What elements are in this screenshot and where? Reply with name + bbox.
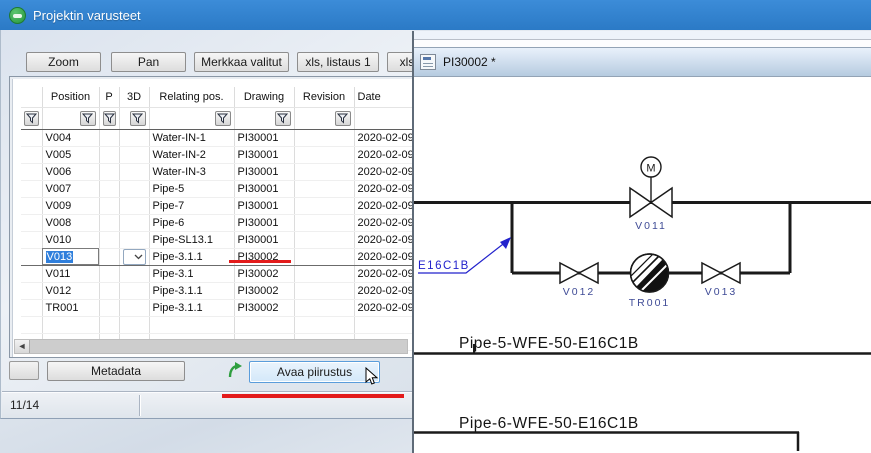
pipe6-label: Pipe-6-WFE-50-E16C1B [459,415,639,432]
motor-letter: M [646,163,655,175]
xls-list1-button[interactable]: xls, listaus 1 [297,52,379,72]
line-ref-label: E16C1B [418,260,470,272]
drawing-doc-icon [420,54,436,70]
table-row-empty [21,316,413,333]
col-position[interactable]: Position [42,87,99,107]
table-row[interactable]: V004Water-IN-1PI300012020-02-09 1 [21,129,413,146]
screen: Projektin varusteet Zoom Pan Merkkaa val… [0,0,871,453]
v013-label: V013 [705,286,738,298]
col-revision[interactable]: Revision [294,87,354,107]
table-row[interactable]: V010Pipe-SL13.1PI300012020-02-09 1 [21,231,413,248]
horizontal-scrollbar[interactable]: ◄ [14,339,408,354]
filter-icon[interactable] [335,111,351,126]
table-row[interactable]: V005Water-IN-2PI300012020-02-09 1 [21,146,413,163]
status-divider [139,395,141,416]
zoom-button[interactable]: Zoom [26,52,101,72]
table-header-row: Position P 3D Relating pos. Drawing Revi… [21,87,413,107]
filter-icon[interactable] [103,111,116,126]
3d-combo-cell[interactable] [119,248,149,265]
annotation-underline-drawing-cell [229,260,291,263]
v012-label: V012 [563,286,596,298]
table-row[interactable]: V011Pipe-3.1PI300022020-02-09 1 [21,265,413,282]
equipment-table: Position P 3D Relating pos. Drawing Revi… [21,87,413,351]
scroll-left-icon[interactable]: ◄ [15,340,30,353]
leader-arrowhead [500,237,511,249]
small-blank-button[interactable] [9,361,39,380]
filter-icon[interactable] [24,111,39,126]
open-drawing-button[interactable]: Avaa piirustus [249,361,380,383]
mark-selected-button[interactable]: Merkkaa valitut [194,52,289,72]
col-p[interactable]: P [99,87,119,107]
pid-diagram: M V011 V012 [414,77,871,451]
table-row[interactable]: V008Pipe-6PI300012020-02-09 1 [21,214,413,231]
pid-drawing-area[interactable]: M V011 V012 [414,77,871,451]
3d-dropdown[interactable] [123,249,146,265]
table-row-selected[interactable]: V013 Pipe-3.1.1 PI30002 2020-02-09 1 [21,248,413,265]
main-title-bar: Projektin varusteet [0,0,871,30]
plant-app-icon [9,7,26,24]
table-row[interactable]: V012Pipe-3.1.1PI300022020-02-09 1 [21,282,413,299]
table-row[interactable]: V009Pipe-7PI300012020-02-09 1 [21,197,413,214]
v013-valve-symbol[interactable] [702,263,721,283]
table-row[interactable]: V006Water-IN-3PI300012020-02-09 1 [21,163,413,180]
drawing-tab-bar[interactable]: PI30002 * [414,47,871,77]
drawing-window-top-strip [414,31,871,47]
drawing-tab-title: PI30002 * [443,55,496,69]
chevron-down-icon [134,254,143,260]
col-drawing[interactable]: Drawing [234,87,294,107]
table-row[interactable]: V007Pipe-5PI300012020-02-09 1 [21,180,413,197]
equipment-table-panel: Position P 3D Relating pos. Drawing Revi… [9,76,413,358]
metadata-button[interactable]: Metadata [47,361,185,381]
filter-icon[interactable] [215,111,231,126]
pan-button[interactable]: Pan [111,52,186,72]
open-arrow-icon[interactable] [226,360,244,380]
project-equipment-dialog: Zoom Pan Merkkaa valitut xls, listaus 1 … [0,30,412,419]
filter-row [21,107,413,129]
drawing-window: PI30002 * M V011 V012 [412,31,871,453]
pipe5-label: Pipe-5-WFE-50-E16C1B [459,335,639,352]
filter-icon[interactable] [275,111,291,126]
v012-valve-symbol[interactable] [579,263,598,283]
filter-icon[interactable] [130,111,146,126]
table-row[interactable]: TR001Pipe-3.1.1PI300022020-02-09 1 [21,299,413,316]
window-title: Projektin varusteet [33,8,141,23]
row-count-status: 11/14 [10,398,39,412]
filter-icon[interactable] [80,111,96,126]
v013-valve-symbol[interactable] [721,263,740,283]
col-date[interactable]: Date [354,87,413,107]
v011-valve-symbol[interactable] [651,188,672,217]
v011-valve-symbol[interactable] [630,188,651,217]
col-relating[interactable]: Relating pos. [149,87,234,107]
position-edit-cell[interactable]: V013 [42,248,99,265]
v012-valve-symbol[interactable] [560,263,579,283]
mouse-cursor [365,367,382,387]
v011-label: V011 [635,220,667,232]
annotation-underline-open-button [222,394,404,398]
tr001-label: TR001 [629,297,671,309]
col-3d[interactable]: 3D [119,87,149,107]
